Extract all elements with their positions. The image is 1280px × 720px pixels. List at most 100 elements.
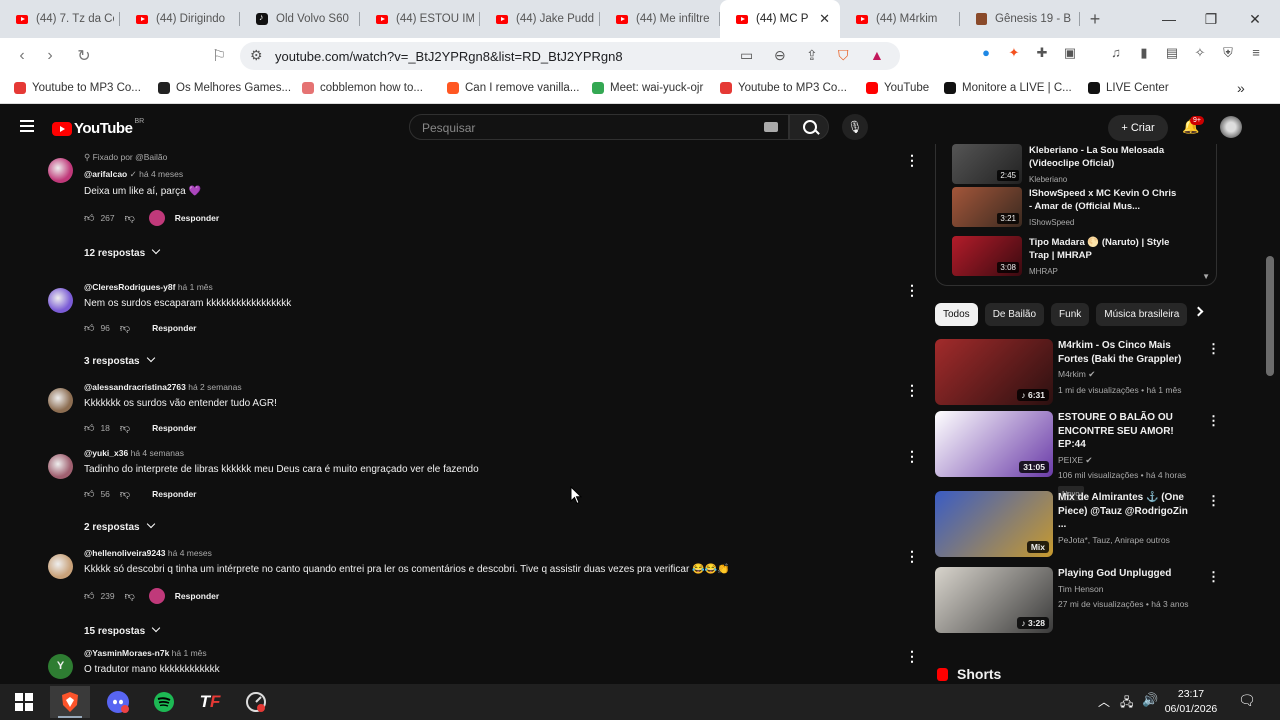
browser-tab[interactable]: Old Volvo S60 (240, 0, 360, 38)
bookmark-item[interactable]: Monitore a LIVE | C... (944, 82, 1072, 94)
leo-ai-icon[interactable]: ✧ (1191, 44, 1209, 62)
comment-more-icon[interactable]: ⋮ (905, 382, 919, 399)
dislike-icon[interactable]: 👎︎ (120, 322, 130, 334)
tray-chevron-icon[interactable]: ︿ (1098, 693, 1110, 710)
view-replies-button[interactable]: 15 respostas (84, 623, 729, 637)
browser-tab[interactable]: Gênesis 19 - B (960, 0, 1080, 38)
video-title[interactable]: Playing God Unplugged (1058, 567, 1198, 581)
menu-hamburger-icon[interactable] (20, 120, 34, 132)
recommended-video[interactable]: 31:05 ESTOURE O BALÃO OU ENCONTRE SEU AMO… (935, 411, 1220, 501)
notification-center-icon[interactable]: 🗨 (1238, 692, 1256, 709)
scrollbar-thumb[interactable] (1266, 256, 1274, 376)
video-thumbnail[interactable]: ♪ 3:28 (935, 567, 1053, 633)
video-thumbnail[interactable]: 31:05 (935, 411, 1053, 477)
extension-icon[interactable]: ✦ (1005, 44, 1023, 62)
brave-rewards-icon[interactable]: ▲ (870, 47, 884, 63)
playlist-item-title[interactable]: Tipo Madara 🌕 (Naruto) | Style Trap | MH… (1029, 236, 1179, 262)
new-tab-button[interactable]: + (1080, 9, 1110, 30)
video-channel[interactable]: Tim Henson (1058, 583, 1198, 597)
discord-taskbar-icon[interactable] (98, 686, 138, 718)
playlist-item-channel[interactable]: MHRAP (1029, 265, 1179, 278)
video-more-icon[interactable]: ⋮ (1207, 493, 1220, 509)
back-icon[interactable]: ‹ (8, 47, 36, 65)
view-replies-button[interactable]: 3 respostas (84, 353, 291, 367)
system-clock[interactable]: 23:17 06/01/2026 (1160, 687, 1222, 717)
menu-icon[interactable]: ≡ (1247, 44, 1265, 62)
video-thumbnail[interactable]: Mix (935, 491, 1053, 557)
video-more-icon[interactable]: ⋮ (1207, 569, 1220, 585)
like-icon[interactable]: 👍︎ (84, 422, 94, 434)
playlist-thumbnail[interactable]: 3:08 (952, 236, 1022, 276)
comment-more-icon[interactable]: ⋮ (905, 548, 919, 565)
video-more-icon[interactable]: ⋮ (1207, 413, 1220, 429)
filter-chip[interactable]: De Bailão (984, 303, 1045, 326)
bookmark-item[interactable]: Youtube to MP3 Co... (720, 82, 847, 94)
reply-button[interactable]: Responder (152, 489, 196, 499)
cheat-engine-taskbar-icon[interactable] (236, 686, 276, 718)
browser-tab[interactable]: (44) ESTOU IM (360, 0, 480, 38)
comment-time[interactable]: há 2 semanas (188, 382, 241, 392)
close-window-button[interactable]: ✕ (1234, 0, 1276, 38)
browser-tab[interactable]: (44) 7. Tz da Co (0, 0, 120, 38)
playlist-item-title[interactable]: IShowSpeed x MC Kevin O Chris - Amar de … (1029, 187, 1179, 213)
bookmark-item[interactable]: Can I remove vanilla... (447, 82, 579, 94)
zoom-icon[interactable]: ⊖ (774, 47, 786, 64)
brave-shields-icon[interactable]: ⛉ (838, 47, 849, 64)
bookmark-item[interactable]: Meet: wai-yuck-ojr (592, 82, 703, 94)
keyboard-icon[interactable] (764, 122, 778, 132)
create-button[interactable]: + Criar (1108, 115, 1168, 141)
share-icon[interactable]: ⇪ (806, 47, 818, 64)
browser-tab[interactable]: (44) Jake Pudd (480, 0, 600, 38)
like-icon[interactable]: 👍︎ (84, 212, 94, 224)
comment-username[interactable]: @hellenoliveira9243 (84, 548, 166, 558)
youtube-logo[interactable]: YouTube BR (52, 118, 144, 137)
comment-avatar[interactable]: Y (48, 654, 73, 679)
like-icon[interactable]: 👍︎ (84, 322, 94, 334)
filter-chip[interactable]: Música brasileira (1096, 303, 1188, 326)
comment-username[interactable]: @yuki_x36 (84, 448, 128, 458)
view-replies-button[interactable]: 2 respostas (84, 519, 479, 533)
maximize-button[interactable]: ❐ (1190, 0, 1232, 38)
reply-button[interactable]: Responder (175, 591, 219, 601)
comment-more-icon[interactable]: ⋮ (905, 282, 919, 299)
comment-time[interactable]: há 1 mês (172, 648, 207, 658)
reload-icon[interactable]: ↻ (70, 46, 98, 66)
comment-time[interactable]: há 1 mês (178, 282, 213, 292)
filter-chip[interactable]: Todos (935, 303, 978, 326)
video-thumbnail[interactable]: ♪ 6:31 (935, 339, 1053, 405)
site-info-icon[interactable]: ⚙ (250, 47, 263, 64)
comment-username[interactable]: @alessandracristina2763 (84, 382, 186, 392)
bookmark-item[interactable]: LIVE Center (1088, 82, 1169, 94)
video-channel[interactable]: M4rkim ✔ (1058, 368, 1198, 382)
minimize-button[interactable]: — (1148, 0, 1190, 38)
windows-start-icon[interactable] (4, 686, 44, 718)
bookmark-item[interactable]: Os Melhores Games... (158, 82, 291, 94)
playlist-thumbnail[interactable]: 3:21 (952, 187, 1022, 227)
brave-taskbar-icon[interactable] (50, 686, 90, 718)
extensions-puzzle-icon[interactable]: ✚ (1033, 44, 1051, 62)
comment-avatar[interactable] (48, 388, 73, 413)
spotify-taskbar-icon[interactable] (144, 686, 184, 718)
network-icon[interactable]: 🖧 (1120, 693, 1133, 714)
comment-time[interactable]: há 4 meses (168, 548, 212, 558)
bookmark-item[interactable]: cobblemon how to... (302, 82, 423, 94)
recommended-video[interactable]: ♪ 3:28 Playing God Unplugged Tim Henson 27 … (935, 567, 1220, 633)
view-replies-button[interactable]: 12 respostas (84, 245, 219, 259)
reply-button[interactable]: Responder (175, 213, 219, 223)
dislike-icon[interactable]: 👎︎ (120, 488, 130, 500)
video-more-icon[interactable]: ⋮ (1207, 341, 1220, 357)
browser-tab[interactable]: (44) Dirigindo (120, 0, 240, 38)
video-channel[interactable]: PeJota*, Tauz, Anirape outros (1058, 534, 1198, 548)
reply-button[interactable]: Responder (152, 323, 196, 333)
mic-icon[interactable]: 🎙 (842, 114, 868, 140)
recommended-video[interactable]: Mix Mix de Almirantes ⚓ (One Piece) @Tauz… (935, 491, 1220, 557)
volume-icon[interactable]: 🔊 (1142, 692, 1158, 708)
comment-time[interactable]: há 4 semanas (131, 448, 184, 458)
url-field[interactable]: ⚙ youtube.com/watch?v=_BtJ2YPRgn8&list=R… (240, 42, 900, 70)
playlist-item-title[interactable]: Kleberiano - La Sou Melosada (Videoclipe… (1029, 144, 1179, 170)
page-scrollbar[interactable] (1264, 144, 1280, 684)
reply-button[interactable]: Responder (152, 423, 196, 433)
close-tab-icon[interactable]: ✕ (819, 11, 830, 27)
recommended-video[interactable]: ♪ 6:31 M4rkim - Os Cinco Mais Fortes (Bak… (935, 339, 1220, 405)
bookmark-item[interactable]: Youtube to MP3 Co... (14, 82, 141, 94)
